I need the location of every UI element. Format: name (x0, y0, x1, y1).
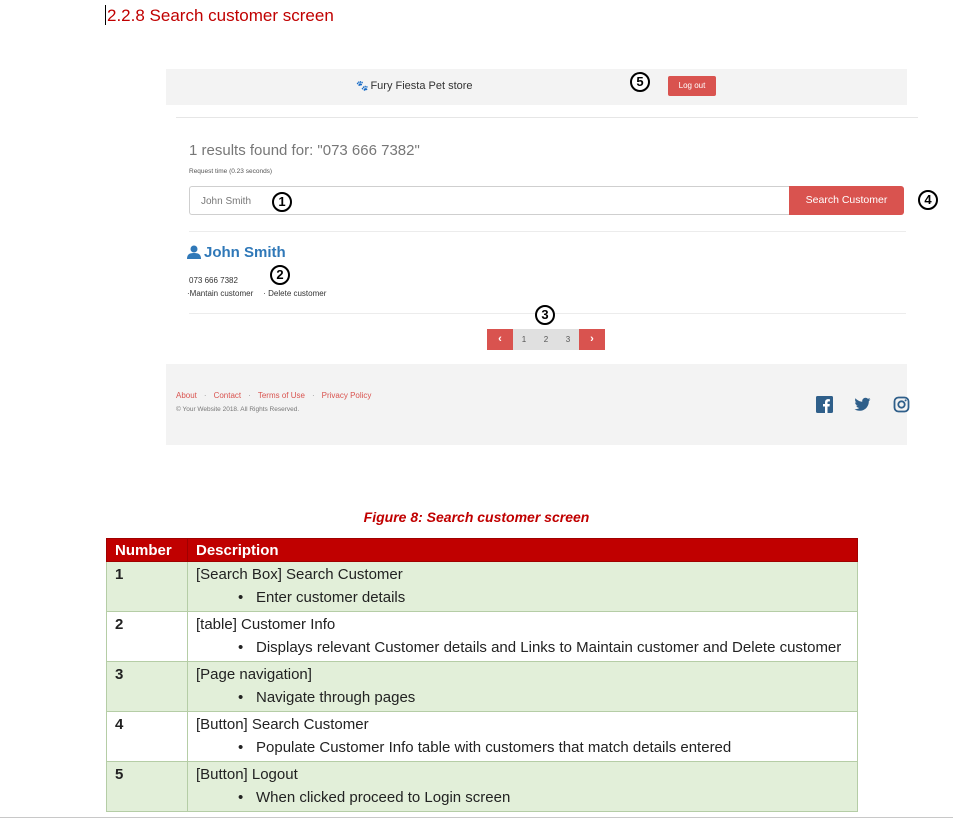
table-row: 2 [table] Customer Info Displays relevant… (106, 611, 858, 662)
customer-name-link[interactable]: John Smith (187, 244, 286, 261)
results-summary: 1 results found for: "073 666 7382" (189, 142, 420, 159)
row-number: 2 (106, 611, 188, 662)
column-header-number: Number (106, 538, 188, 562)
search-customer-button[interactable]: Search Customer (789, 186, 904, 215)
separator: · (311, 391, 315, 400)
row-bullet: Displays relevant Customer details and L… (238, 636, 849, 659)
table-row: 4 [Button] Search Customer Populate Custo… (106, 711, 858, 762)
page-1-button[interactable]: 1 (513, 329, 535, 350)
divider (176, 117, 918, 118)
customer-phone: 073 666 7382 (189, 276, 238, 285)
next-page-button[interactable]: › (579, 329, 605, 350)
footer: About · Contact · Terms of Use · Privacy Polic… (166, 364, 910, 445)
row-title: [Button] Logout (196, 766, 298, 783)
row-title: [table] Customer Info (196, 616, 336, 633)
footer-links: About · Contact · Terms of Use · Privacy Polic… (176, 391, 371, 400)
callout-marker-4: 4 (918, 190, 938, 210)
text-cursor (105, 5, 106, 25)
row-bullet: Navigate through pages (238, 686, 849, 709)
row-number: 5 (106, 761, 188, 812)
privacy-link[interactable]: Privacy Policy (322, 391, 372, 400)
callout-marker-2: 2 (270, 265, 290, 285)
page-bottom-rule (0, 817, 953, 818)
section-heading-text: 2.2.8 Search customer screen (107, 6, 334, 25)
row-title: [Search Box] Search Customer (196, 566, 403, 583)
customer-actions: ·Mantain customer · Delete customer (187, 289, 336, 298)
separator: · (248, 391, 251, 400)
row-description: [Button] Search Customer Populate Custome… (187, 711, 858, 762)
row-bullet: Populate Customer Info table with custom… (238, 736, 849, 759)
table-row: 5 [Button] Logout When clicked proceed to… (106, 761, 858, 812)
brand[interactable]: 🐾 Fury Fiesta Pet store (356, 80, 473, 92)
table-row: 1 [Search Box] Search Customer Enter cust… (106, 561, 858, 612)
row-description: [table] Customer Info Displays relevant C… (187, 611, 858, 662)
separator: · (203, 391, 207, 400)
column-header-description: Description (187, 538, 858, 562)
search-customer-screenshot: 🐾 Fury Fiesta Pet store Log out 1 results… (166, 66, 918, 446)
figure-caption: Figure 8: Search customer screen (363, 509, 590, 525)
row-description: [Button] Logout When clicked proceed to L… (187, 761, 858, 812)
instagram-icon[interactable] (893, 396, 910, 413)
row-number: 4 (106, 711, 188, 762)
row-bullet: When clicked proceed to Login screen (238, 786, 849, 809)
paw-icon: 🐾 (356, 81, 369, 92)
divider (189, 231, 906, 232)
callout-marker-5: 5 (630, 72, 650, 92)
callout-marker-1: 1 (272, 192, 292, 212)
prev-page-button[interactable]: ‹ (487, 329, 513, 350)
section-heading: 2.2.8 Search customer screen (105, 5, 334, 26)
page-3-button[interactable]: 3 (557, 329, 579, 350)
brand-label: Fury Fiesta Pet store (370, 80, 473, 92)
contact-link[interactable]: Contact (214, 391, 242, 400)
copyright: © Your Website 2018. All Rights Reserved… (176, 406, 300, 413)
page-2-button[interactable]: 2 (535, 329, 557, 350)
row-title: [Page navigation] (196, 666, 312, 683)
table-row: 3 [Page navigation] Navigate through page… (106, 661, 858, 712)
logout-button[interactable]: Log out (668, 76, 716, 96)
row-number: 3 (106, 661, 188, 712)
table-header-row: Number Description (106, 538, 858, 562)
customer-name: John Smith (204, 244, 286, 261)
request-time: Request time (0.23 seconds) (189, 168, 273, 175)
twitter-icon[interactable] (854, 396, 871, 413)
terms-link[interactable]: Terms of Use (258, 391, 305, 400)
facebook-icon[interactable] (816, 396, 833, 413)
pagination: ‹ 1 2 3 › (487, 329, 605, 350)
navbar: 🐾 Fury Fiesta Pet store Log out (166, 69, 907, 105)
user-icon (187, 245, 201, 259)
row-bullet: Enter customer details (238, 586, 849, 609)
about-link[interactable]: About (176, 391, 197, 400)
row-description: [Page navigation] Navigate through pages (187, 661, 858, 712)
callout-marker-3: 3 (535, 305, 555, 325)
maintain-customer-link[interactable]: ·Mantain customer (187, 289, 253, 298)
row-title: [Button] Search Customer (196, 716, 369, 733)
delete-customer-link[interactable]: · Delete customer (263, 289, 326, 298)
row-number: 1 (106, 561, 188, 612)
row-description: [Search Box] Search Customer Enter custom… (187, 561, 858, 612)
description-table: Number Description 1 [Search Box] Search… (106, 538, 858, 812)
